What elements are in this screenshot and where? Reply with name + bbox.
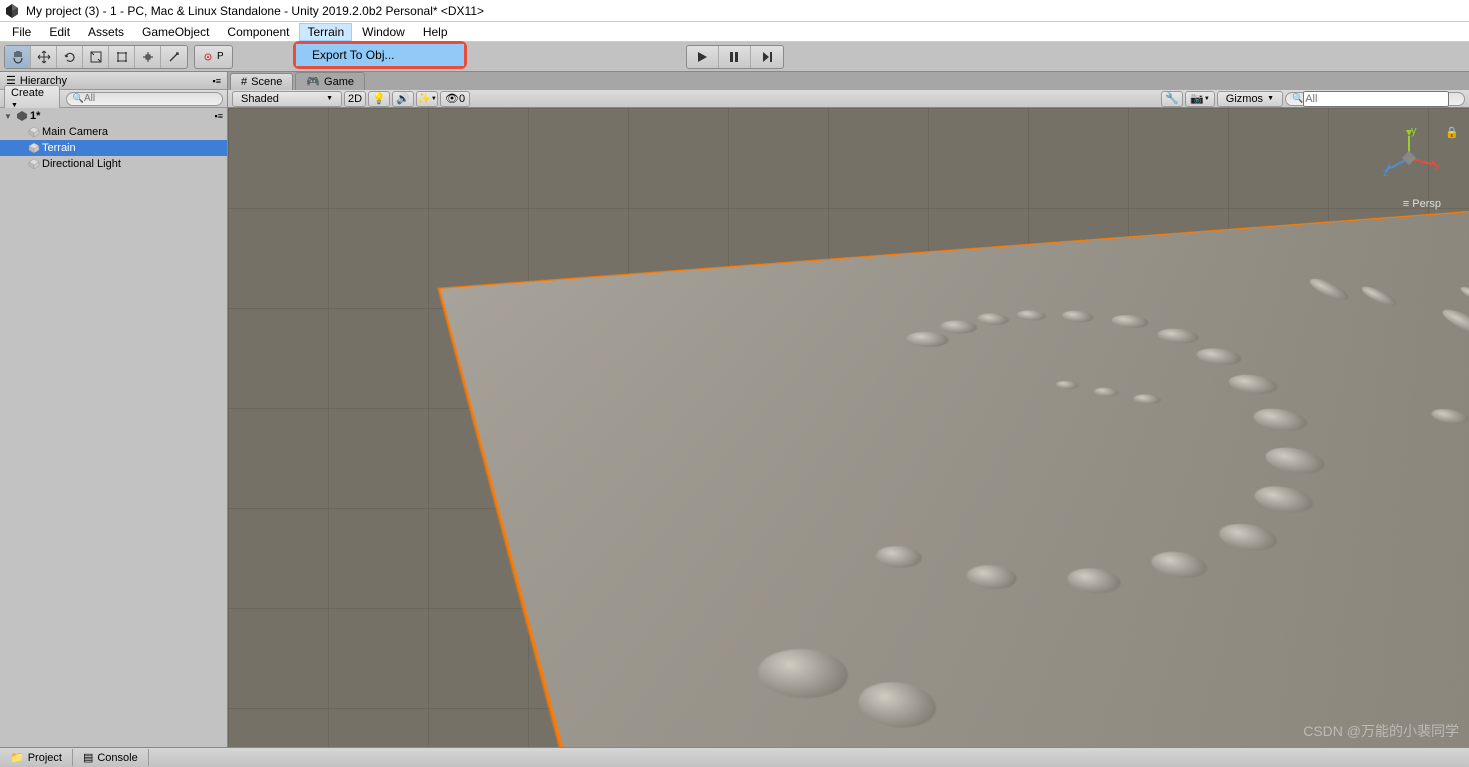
gizmos-dropdown[interactable]: Gizmos▼: [1217, 91, 1283, 107]
menu-gameobject[interactable]: GameObject: [134, 23, 217, 41]
main-area: ☰ Hierarchy ▪≡ Create ▼ 🔍 ▼ 1* ▪≡ Main C…: [0, 72, 1469, 747]
tab-game-label: Game: [324, 76, 354, 88]
scene-search-input[interactable]: [1303, 91, 1449, 107]
main-toolbar: P Export To Obj...: [0, 42, 1469, 72]
tab-game[interactable]: 🎮 Game: [295, 72, 365, 90]
transform-tools: [4, 45, 188, 69]
search-icon: 🔍: [73, 93, 84, 104]
tab-scene-label: Scene: [251, 76, 282, 88]
scene-search[interactable]: 🔍: [1285, 92, 1465, 106]
project-tab-label: Project: [28, 752, 62, 764]
menu-file[interactable]: File: [4, 23, 39, 41]
scene-menu-icon[interactable]: ▪≡: [215, 111, 223, 121]
hand-tool[interactable]: [5, 46, 31, 68]
pause-button[interactable]: [719, 46, 751, 68]
expand-arrow-icon[interactable]: ▼: [4, 112, 14, 121]
playback-controls: [686, 45, 784, 69]
projection-label[interactable]: ≡ Persp: [1403, 198, 1441, 210]
hierarchy-search-input[interactable]: [84, 93, 216, 104]
hierarchy-search[interactable]: 🔍: [66, 92, 223, 106]
fx-toggle[interactable]: ✨▼: [416, 91, 438, 107]
scene-tab-icon: #: [241, 76, 247, 88]
bulb-icon: 💡: [372, 92, 386, 105]
search-icon: 🔍: [1292, 93, 1303, 104]
gameobject-icon: [28, 158, 40, 170]
scene-panel: # Scene 🎮 Game Shaded▼ 2D 💡 🔊 ✨▼ 👁0 🔧 📷▼…: [228, 72, 1469, 747]
pivot-tools: P: [194, 45, 233, 69]
hierarchy-item-label: Directional Light: [42, 158, 121, 170]
audio-toggle[interactable]: 🔊: [392, 91, 414, 107]
svg-text:x: x: [1435, 161, 1439, 173]
svg-text:z: z: [1383, 167, 1389, 179]
panel-menu-icon[interactable]: ▪≡: [213, 76, 221, 86]
gameobject-icon: [28, 142, 40, 154]
custom-tool[interactable]: [161, 46, 187, 68]
hierarchy-toolbar: Create ▼ 🔍: [0, 90, 227, 108]
watermark: CSDN @万能的小裴同学: [1303, 721, 1459, 741]
title-bar: My project (3) - 1 - PC, Mac & Linux Sta…: [0, 0, 1469, 22]
menu-export-to-obj[interactable]: Export To Obj...: [296, 44, 464, 66]
hierarchy-item-terrain[interactable]: Terrain: [0, 140, 227, 156]
hierarchy-item-label: Main Camera: [42, 126, 108, 138]
step-button[interactable]: [751, 46, 783, 68]
scene-toolbar: Shaded▼ 2D 💡 🔊 ✨▼ 👁0 🔧 📷▼ Gizmos▼ 🔍: [228, 90, 1469, 108]
lock-icon[interactable]: 🔒: [1445, 126, 1459, 139]
wrench-icon: 🔧: [1165, 92, 1179, 105]
menu-help[interactable]: Help: [415, 23, 456, 41]
hierarchy-tree: ▼ 1* ▪≡ Main Camera Terrain Directional …: [0, 108, 227, 747]
camera-toggle[interactable]: 📷▼: [1185, 91, 1215, 107]
pivot-center[interactable]: P: [195, 46, 232, 68]
menu-assets[interactable]: Assets: [80, 23, 132, 41]
window-title: My project (3) - 1 - PC, Mac & Linux Sta…: [26, 4, 484, 18]
speaker-icon: 🔊: [396, 92, 410, 105]
move-tool[interactable]: [31, 46, 57, 68]
hierarchy-panel: ☰ Hierarchy ▪≡ Create ▼ 🔍 ▼ 1* ▪≡ Main C…: [0, 72, 228, 747]
lighting-toggle[interactable]: 💡: [368, 91, 390, 107]
play-button[interactable]: [687, 46, 719, 68]
transform-tool[interactable]: [135, 46, 161, 68]
hierarchy-item-directional-light[interactable]: Directional Light: [0, 156, 227, 172]
scene-row[interactable]: ▼ 1* ▪≡: [0, 108, 227, 124]
tab-project[interactable]: 📁 Project: [0, 749, 73, 766]
fx-icon: ✨: [417, 92, 431, 105]
tab-scene[interactable]: # Scene: [230, 73, 293, 90]
rect-tool[interactable]: [109, 46, 135, 68]
menu-bar: File Edit Assets GameObject Component Te…: [0, 22, 1469, 42]
game-tab-icon: 🎮: [306, 75, 320, 88]
menu-terrain[interactable]: Terrain: [299, 23, 352, 41]
hierarchy-item-main-camera[interactable]: Main Camera: [0, 124, 227, 140]
hidden-toggle[interactable]: 👁0: [440, 91, 470, 107]
folder-icon: 📁: [10, 751, 24, 764]
scene-tabs: # Scene 🎮 Game: [228, 72, 1469, 90]
scene-name: 1*: [30, 110, 40, 122]
hierarchy-item-label: Terrain: [42, 142, 76, 154]
menu-component[interactable]: Component: [219, 23, 297, 41]
menu-window[interactable]: Window: [354, 23, 413, 41]
camera-settings[interactable]: 🔧: [1161, 91, 1183, 107]
svg-text:y: y: [1411, 128, 1417, 137]
console-icon: ▤: [83, 751, 93, 764]
orientation-gizmo[interactable]: x y z: [1379, 128, 1439, 188]
gameobject-icon: [28, 126, 40, 138]
console-tab-label: Console: [97, 752, 137, 764]
camera-icon: 📷: [1190, 92, 1204, 105]
eye-icon: 👁: [445, 92, 459, 105]
menu-edit[interactable]: Edit: [41, 23, 78, 41]
bottom-bar: 📁 Project ▤ Console: [0, 747, 1469, 767]
scale-tool[interactable]: [83, 46, 109, 68]
unity-scene-icon: [16, 110, 28, 122]
tab-console[interactable]: ▤ Console: [73, 749, 149, 766]
2d-toggle[interactable]: 2D: [344, 91, 366, 107]
terrain-mesh[interactable]: [438, 197, 1469, 747]
rotate-tool[interactable]: [57, 46, 83, 68]
unity-logo-icon: [4, 3, 20, 19]
shading-mode[interactable]: Shaded▼: [232, 91, 342, 107]
terrain-dropdown: Export To Obj...: [293, 41, 467, 69]
scene-viewport[interactable]: 🔒 x y z ≡ Persp CSDN @万能的小裴同学: [228, 108, 1469, 747]
